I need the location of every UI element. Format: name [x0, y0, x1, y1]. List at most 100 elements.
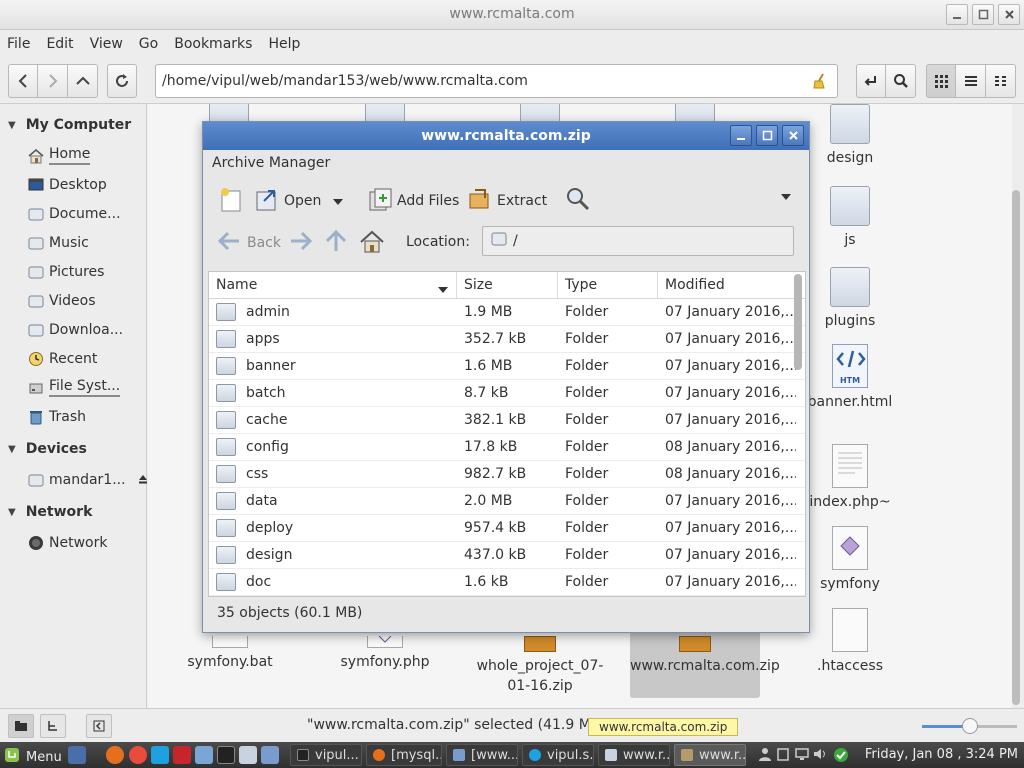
- find-button[interactable]: [565, 186, 595, 216]
- archive-back-button[interactable]: Back: [217, 230, 281, 256]
- clear-path-icon[interactable]: [811, 72, 829, 94]
- minimize-button[interactable]: [946, 4, 968, 25]
- archive-up-button[interactable]: [324, 229, 348, 256]
- sidebar-item-device[interactable]: mandar1...: [0, 465, 148, 494]
- zoom-slider[interactable]: [922, 718, 1017, 734]
- skype-icon[interactable]: [151, 746, 169, 764]
- show-places-button[interactable]: [8, 714, 34, 738]
- sidebar-item-pictures[interactable]: Pictures: [0, 257, 146, 286]
- archive-forward-button[interactable]: [289, 230, 313, 256]
- task-archive-manager[interactable]: www.r...: [674, 744, 746, 766]
- monitor-icon[interactable]: [795, 747, 809, 761]
- files-icon[interactable]: [239, 746, 257, 764]
- eject-icon[interactable]: [138, 472, 148, 488]
- archive-maximize-button[interactable]: [756, 125, 778, 146]
- menu-file[interactable]: File: [7, 36, 30, 52]
- compact-view-button[interactable]: [986, 64, 1016, 98]
- path-bar[interactable]: /home/vipul/web/mandar153/web/www.rcmalt…: [155, 64, 838, 98]
- table-row[interactable]: deploy 957.4 kB Folder 07 January 2016,...: [209, 515, 805, 542]
- task-virtualbox[interactable]: [www....: [446, 744, 518, 766]
- open-button[interactable]: Open: [254, 186, 344, 216]
- sidebar-section-devices[interactable]: ▼ Devices: [0, 436, 146, 462]
- sidebar-item-recent[interactable]: Recent: [0, 344, 146, 373]
- archive-home-button[interactable]: [359, 230, 385, 258]
- user-icon[interactable]: [758, 747, 772, 761]
- update-check-icon[interactable]: [833, 747, 848, 762]
- table-row[interactable]: design 437.0 kB Folder 07 January 2016,...: [209, 542, 805, 569]
- sidebar-item-file-system[interactable]: File Syst...: [0, 373, 146, 402]
- archive-close-button[interactable]: [782, 125, 804, 146]
- menu-archive-manager[interactable]: Archive Manager: [212, 155, 330, 171]
- location-field[interactable]: /: [482, 226, 794, 256]
- open-dropdown-icon[interactable]: [333, 193, 344, 209]
- zoom-knob[interactable]: [961, 718, 978, 734]
- table-row[interactable]: data 2.0 MB Folder 07 January 2016,...: [209, 488, 805, 515]
- task-file-manager[interactable]: www.r...: [598, 744, 670, 766]
- table-row[interactable]: cache 382.1 kB Folder 07 January 2016,...: [209, 407, 805, 434]
- sidebar-item-home[interactable]: Home: [0, 141, 146, 170]
- clock[interactable]: Friday, Jan 08 , 3:24 PM: [865, 747, 1018, 762]
- file-icon-symfony-bat[interactable]: symfony.bat: [165, 636, 295, 672]
- terminal-icon[interactable]: [217, 746, 235, 764]
- show-desktop-icon[interactable]: [68, 746, 86, 764]
- file-icon-whole-project-zip[interactable]: whole_project_07-01-16.zip: [475, 636, 605, 696]
- virtualbox-icon[interactable]: [261, 746, 279, 764]
- archive-minimize-button[interactable]: [730, 125, 752, 146]
- icon-view-button[interactable]: [926, 64, 956, 98]
- search-button[interactable]: [886, 64, 916, 98]
- table-row[interactable]: config 17.8 kB Folder 08 January 2016,...: [209, 434, 805, 461]
- menu-go[interactable]: Go: [139, 36, 158, 52]
- extract-button[interactable]: Extract: [467, 186, 547, 216]
- file-view-scrollbar[interactable]: [1012, 190, 1020, 705]
- file-icon-symfony-php[interactable]: symfony.php: [320, 636, 450, 672]
- add-files-button[interactable]: Add Files: [367, 186, 459, 216]
- column-header-size[interactable]: Size: [457, 272, 558, 298]
- column-header-modified[interactable]: Modified: [658, 272, 796, 298]
- menu-bookmarks[interactable]: Bookmarks: [174, 36, 252, 52]
- table-row[interactable]: admin 1.9 MB Folder 07 January 2016,...: [209, 299, 805, 326]
- menu-help[interactable]: Help: [268, 36, 300, 52]
- hide-sidebar-button[interactable]: [86, 714, 112, 738]
- sidebar-item-downloads[interactable]: Downloa...: [0, 315, 146, 344]
- maximize-button[interactable]: [972, 4, 994, 25]
- back-button[interactable]: [8, 64, 38, 98]
- column-header-type[interactable]: Type: [558, 272, 658, 298]
- column-header-name[interactable]: Name: [209, 272, 457, 298]
- sidebar-item-music[interactable]: Music: [0, 228, 146, 257]
- archive-menu-button[interactable]: [781, 194, 791, 200]
- show-tree-button[interactable]: [40, 714, 66, 738]
- sidebar-item-network[interactable]: Network: [0, 528, 146, 557]
- sidebar-section-network[interactable]: ▼ Network: [0, 499, 146, 525]
- sidebar-item-videos[interactable]: Videos: [0, 286, 146, 315]
- close-button[interactable]: [998, 4, 1020, 25]
- task-firefox[interactable]: [mysql...: [366, 744, 442, 766]
- clipboard-icon[interactable]: [776, 747, 790, 761]
- table-row[interactable]: doc 1.6 kB Folder 07 January 2016,...: [209, 569, 805, 596]
- archive-list-scrollbar[interactable]: [794, 274, 802, 370]
- table-row[interactable]: css 982.7 kB Folder 08 January 2016,...: [209, 461, 805, 488]
- list-view-button[interactable]: [956, 64, 986, 98]
- forward-button[interactable]: [38, 64, 68, 98]
- filezilla-icon[interactable]: [173, 746, 191, 764]
- task-terminal[interactable]: vipul...: [290, 744, 362, 766]
- sidebar-section-my-computer[interactable]: ▼ My Computer: [0, 112, 146, 138]
- sidebar-item-documents[interactable]: Docume...: [0, 199, 146, 228]
- table-row[interactable]: batch 8.7 kB Folder 07 January 2016,...: [209, 380, 805, 407]
- chrome-icon[interactable]: [129, 746, 147, 764]
- reload-button[interactable]: [107, 64, 137, 98]
- location-toggle-button[interactable]: [856, 64, 886, 98]
- firefox-icon[interactable]: [106, 746, 124, 764]
- start-menu-button[interactable]: Menu: [4, 747, 62, 767]
- volume-icon[interactable]: [813, 747, 827, 761]
- sidebar-item-trash[interactable]: Trash: [0, 402, 146, 431]
- menu-edit[interactable]: Edit: [46, 36, 73, 52]
- app-icon[interactable]: [195, 746, 213, 764]
- new-archive-button[interactable]: [217, 186, 247, 216]
- task-skype[interactable]: vipul.s...: [522, 744, 594, 766]
- table-row[interactable]: banner 1.6 MB Folder 07 January 2016,...: [209, 353, 805, 380]
- menu-view[interactable]: View: [90, 36, 123, 52]
- sidebar-item-desktop[interactable]: Desktop: [0, 170, 146, 199]
- table-row[interactable]: apps 352.7 kB Folder 07 January 2016,...: [209, 326, 805, 353]
- up-button[interactable]: [68, 64, 98, 98]
- file-icon-rcmalta-zip[interactable]: www.rcmalta.com.zip: [630, 626, 780, 698]
